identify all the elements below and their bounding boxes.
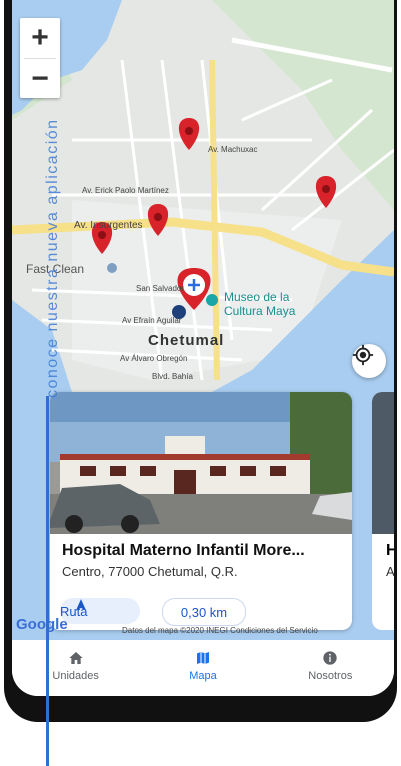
zoom-in-button[interactable]: + [20,18,60,58]
street-label: Blvd. Bahía [152,372,193,381]
zoom-controls: + − [20,18,60,98]
street-label: Av Álvaro Obregón [120,354,188,363]
place-address: Centro, 77000 Chetumal, Q.R. [62,564,238,579]
map-view[interactable]: Av. Erick Paolo Martínez Av. Insurgentes… [12,0,394,640]
street-label: Av Efraín Aguilar [122,316,182,325]
map-icon [196,652,209,664]
street-label: Av. Erick Paolo Martínez [82,186,169,195]
place-label-museo[interactable]: Museo de la Cultura Maya [224,290,314,318]
zoom-out-button[interactable]: − [20,59,60,99]
city-label: Chetumal [148,332,225,349]
nav-label-mapa: Mapa [189,670,217,682]
next-place-address: A [386,564,394,579]
phone-frame: Av. Erick Paolo Martínez Av. Insurgentes… [4,0,397,722]
nav-item-mapa[interactable]: Mapa [139,640,266,696]
street-label: Av. Machuxac [208,145,258,154]
nav-item-nosotros[interactable]: Nosotros [267,640,394,696]
promo-line [46,396,49,766]
route-button[interactable]: Ruta [60,598,140,624]
my-location-button[interactable] [352,344,386,378]
distance-chip: 0,30 km [162,598,246,626]
place-title: Hospital Materno Infantil More... [62,542,305,559]
next-place-title: H [386,542,394,559]
navigation-arrow-icon [75,599,87,611]
google-logo: Google [16,616,68,633]
place-card[interactable]: Hospital Materno Infantil More... Centro… [50,392,352,630]
nav-label-unidades: Unidades [52,670,99,682]
nav-item-unidades[interactable]: Unidades [12,640,139,696]
distance-value: 0,30 km [180,604,228,620]
map-attribution[interactable]: Datos del mapa ©2020 INEGI Condiciones d… [122,626,318,635]
info-icon [323,651,337,665]
hospital-photo [50,392,352,534]
app-screen: Av. Erick Paolo Martínez Av. Insurgentes… [12,0,394,696]
next-place-photo [372,392,394,534]
location-target-icon [352,344,374,366]
nav-label-nosotros: Nosotros [308,670,353,682]
home-icon [68,652,83,664]
street-label: San Salvador [136,284,185,293]
next-place-card[interactable]: H A [372,392,394,630]
bottom-navigation: Unidades Mapa Nosotros [12,640,394,696]
street-label: Av. Insurgentes [74,220,143,231]
promo-vertical-text: conoce nuestra nueva aplicación [44,118,61,398]
